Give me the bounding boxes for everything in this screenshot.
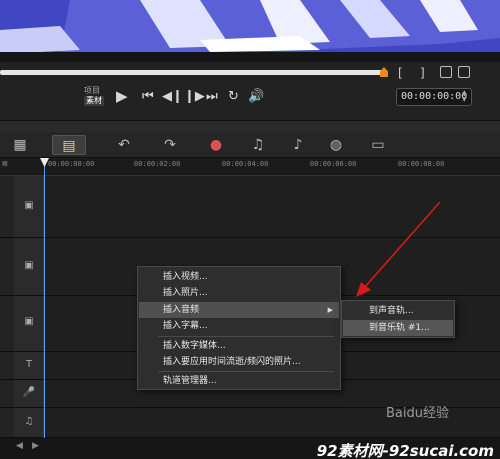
volume-icon[interactable]: 🔊: [248, 89, 264, 104]
track-gutter: [0, 238, 14, 295]
video-editor-window: [ ] 项目 素材 ▶ ⏮ ◀❙ ❙▶ ⏭ ↻ 🔊 00:00:00:00 ▲ ▼…: [0, 0, 500, 459]
sound-mixer-icon[interactable]: ♫: [248, 135, 268, 155]
menu-item-label: 插入数字媒体...: [163, 341, 226, 351]
track-header[interactable]: 🎤: [14, 380, 44, 407]
track-gutter: [0, 352, 14, 379]
ruler-tick-label: 00:00:02:00: [134, 160, 181, 168]
ruler-view-icon[interactable]: ▦: [2, 160, 8, 167]
track-gutter: [0, 296, 14, 351]
play-icon[interactable]: ▶: [116, 87, 128, 105]
track-gutter: [0, 380, 14, 407]
scrubber-track[interactable]: [0, 70, 384, 75]
track-gutter: [0, 176, 14, 237]
undo-icon[interactable]: ↶: [114, 135, 134, 155]
overlay-track-icon: ▣: [24, 316, 34, 327]
track-header[interactable]: ▣: [14, 238, 44, 295]
playback-mode-selector: 项目 素材: [84, 86, 104, 106]
track-header[interactable]: ▣: [14, 176, 44, 237]
music-track-icon: ♫: [24, 416, 34, 427]
scroll-left-icon[interactable]: ◀: [16, 441, 23, 451]
video-track[interactable]: ▣: [0, 176, 500, 238]
track-header[interactable]: T: [14, 352, 44, 379]
menu-item-label: 插入照片...: [163, 288, 208, 298]
snapshot-icon[interactable]: [458, 66, 470, 78]
mark-in-button[interactable]: [: [398, 66, 403, 80]
menu-item-label: 插入要应用时间流逝/频闪的照片...: [163, 357, 301, 367]
menu-insert-audio[interactable]: 插入音频 ▶: [139, 302, 339, 318]
timecode-spinner[interactable]: ▲ ▼: [462, 89, 467, 103]
subtitle-editor-icon[interactable]: ▭: [368, 135, 388, 155]
submenu-to-music-track-1[interactable]: 到音乐轨 #1...: [343, 320, 453, 336]
scroll-right-icon[interactable]: ▶: [32, 441, 39, 451]
playhead-line[interactable]: [44, 158, 45, 438]
previous-frame-icon[interactable]: ◀❙: [162, 89, 183, 104]
menu-insert-subtitle[interactable]: 插入字幕...: [139, 318, 339, 334]
submenu-to-voice-track[interactable]: 到声音轨...: [343, 303, 453, 319]
scrubber-handle[interactable]: [380, 67, 388, 77]
track-context-menu: 插入视频... 插入照片... 插入音频 ▶ 插入字幕... 插入数字媒体...…: [137, 266, 341, 390]
next-frame-icon[interactable]: ❙▶: [184, 89, 205, 104]
menu-insert-digital-media[interactable]: 插入数字媒体...: [139, 338, 339, 354]
record-capture-icon[interactable]: ●: [206, 135, 226, 155]
menu-item-label: 轨道管理器...: [163, 376, 217, 386]
menu-item-label: 插入字幕...: [163, 321, 208, 331]
timeline-view-icon[interactable]: ▤: [52, 135, 86, 155]
timeline-scrollbar-area: ◀ ▶ 92素材网-92sucai.com: [0, 438, 500, 459]
timeline-ruler[interactable]: ▦ 00:00:00:00 00:00:02:00 00:00:04:00 00…: [0, 158, 500, 176]
menu-item-label: 插入音频: [163, 305, 200, 315]
menu-insert-timelapse-photo[interactable]: 插入要应用时间流逝/频闪的照片...: [139, 354, 339, 370]
submenu-item-label: 到音乐轨 #1...: [369, 323, 430, 333]
timeline-toolbar: ▦ ▤ ↶ ↷ ● ♫ ♪ ◍ ▭: [0, 132, 500, 158]
panel-divider[interactable]: [0, 120, 500, 132]
timecode-field[interactable]: 00:00:00:00: [396, 88, 472, 106]
track-gutter: [0, 408, 14, 437]
menu-separator: [158, 371, 334, 372]
menu-separator: [158, 336, 334, 337]
insert-audio-submenu: 到声音轨... 到音乐轨 #1...: [341, 300, 455, 338]
title-track-icon: T: [25, 359, 33, 370]
site-watermark: 92素材网-92sucai.com: [316, 442, 494, 459]
overlay-track-icon: ▣: [24, 260, 34, 271]
submenu-arrow-icon: ▶: [327, 306, 333, 314]
preview-frame-border: [0, 52, 500, 62]
menu-insert-photo[interactable]: 插入照片...: [139, 285, 339, 301]
video-track-icon: ▣: [24, 200, 34, 211]
auto-music-icon[interactable]: ♪: [288, 135, 308, 155]
ruler-tick-label: 00:00:06:00: [310, 160, 357, 168]
track-header[interactable]: ♫: [14, 408, 44, 437]
transport-bar: [ ] 项目 素材 ▶ ⏮ ◀❙ ❙▶ ⏭ ↻ 🔊 00:00:00:00 ▲ ▼: [0, 62, 500, 120]
ruler-tick-label: 00:00:04:00: [222, 160, 269, 168]
go-to-start-icon[interactable]: ⏮: [142, 89, 154, 104]
voice-track-icon: 🎤: [22, 387, 36, 398]
mode-project[interactable]: 项目: [84, 86, 104, 96]
mode-clip[interactable]: 素材: [84, 96, 104, 106]
track-header[interactable]: ▣: [14, 296, 44, 351]
storyboard-view-icon[interactable]: ▦: [10, 135, 30, 155]
split-clip-icon[interactable]: [440, 66, 452, 78]
baidu-watermark: Baidu经验: [386, 406, 449, 421]
motion-tracking-icon[interactable]: ◍: [326, 135, 346, 155]
repeat-icon[interactable]: ↻: [228, 89, 239, 104]
go-to-end-icon[interactable]: ⏭: [206, 89, 218, 104]
submenu-item-label: 到声音轨...: [369, 306, 414, 316]
redo-icon[interactable]: ↷: [160, 135, 180, 155]
mark-out-button[interactable]: ]: [420, 66, 425, 80]
menu-track-manager[interactable]: 轨道管理器...: [139, 373, 339, 389]
preview-window: [0, 0, 500, 62]
ruler-tick-label: 00:00:08:00: [398, 160, 445, 168]
ruler-tick-label: 00:00:00:00: [48, 160, 95, 168]
menu-insert-video[interactable]: 插入视频...: [139, 269, 339, 285]
menu-item-label: 插入视频...: [163, 272, 208, 282]
